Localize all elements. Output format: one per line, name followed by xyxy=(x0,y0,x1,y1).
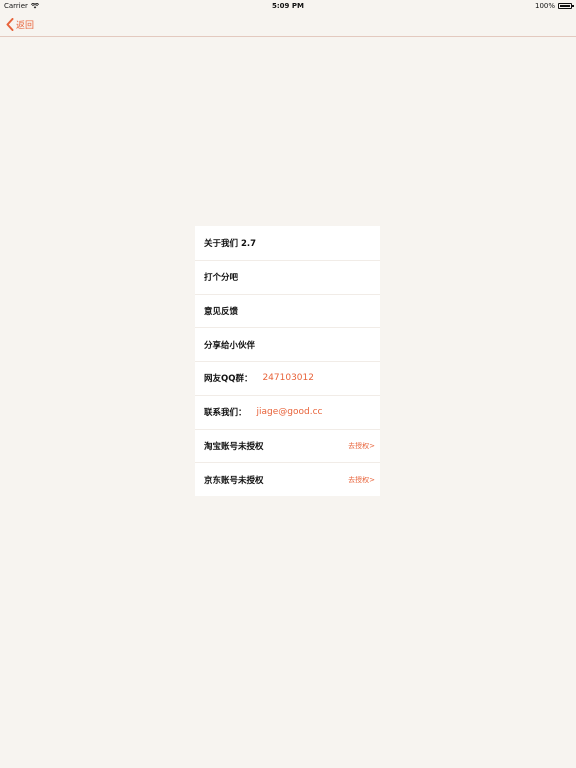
about-row[interactable]: 关于我们 2.7 xyxy=(195,226,380,260)
nav-bar: 返回 xyxy=(0,12,576,37)
about-label: 关于我们 2.7 xyxy=(204,238,257,249)
share-row[interactable]: 分享给小伙伴 xyxy=(195,327,380,361)
back-button[interactable]: 返回 xyxy=(6,16,34,32)
rate-label: 打个分吧 xyxy=(204,273,239,284)
share-label: 分享给小伙伴 xyxy=(204,340,256,351)
jd-auth-row: 京东账号未授权 去授权> xyxy=(195,462,380,496)
battery-icon xyxy=(558,3,574,9)
rate-row[interactable]: 打个分吧 xyxy=(195,259,380,294)
back-label: 返回 xyxy=(16,20,35,31)
qq-group-row[interactable]: 网友QQ群： 247103012 xyxy=(195,361,380,395)
contact-row[interactable]: 联系我们： jiage@good.cc xyxy=(195,394,380,429)
jd-auth-label: 京东账号未授权 xyxy=(204,475,264,486)
taobao-authorize-link[interactable]: 去授权> xyxy=(348,430,375,463)
settings-panel: 关于我们 2.7 打个分吧 意见反馈 分享给小伙伴 网友QQ群： 2471030… xyxy=(195,226,380,496)
feedback-row[interactable]: 意见反馈 xyxy=(195,293,380,328)
status-time: 5:09 PM xyxy=(272,2,304,10)
status-bar: Carrier 5:09 PM 100% xyxy=(0,0,576,12)
qq-group-label: 网友QQ群： xyxy=(204,374,253,385)
qq-group-value: 247103012 xyxy=(262,373,314,384)
chevron-left-icon xyxy=(6,17,14,31)
taobao-auth-row: 淘宝账号未授权 去授权> xyxy=(195,428,380,463)
status-right: 100% xyxy=(534,0,574,12)
contact-label: 联系我们： xyxy=(204,408,247,419)
contact-email[interactable]: jiage@good.cc xyxy=(257,407,323,417)
battery-percent: 100% xyxy=(534,2,555,10)
taobao-auth-label: 淘宝账号未授权 xyxy=(204,441,264,452)
jd-authorize-link[interactable]: 去授权> xyxy=(348,463,375,496)
feedback-label: 意见反馈 xyxy=(204,306,239,317)
